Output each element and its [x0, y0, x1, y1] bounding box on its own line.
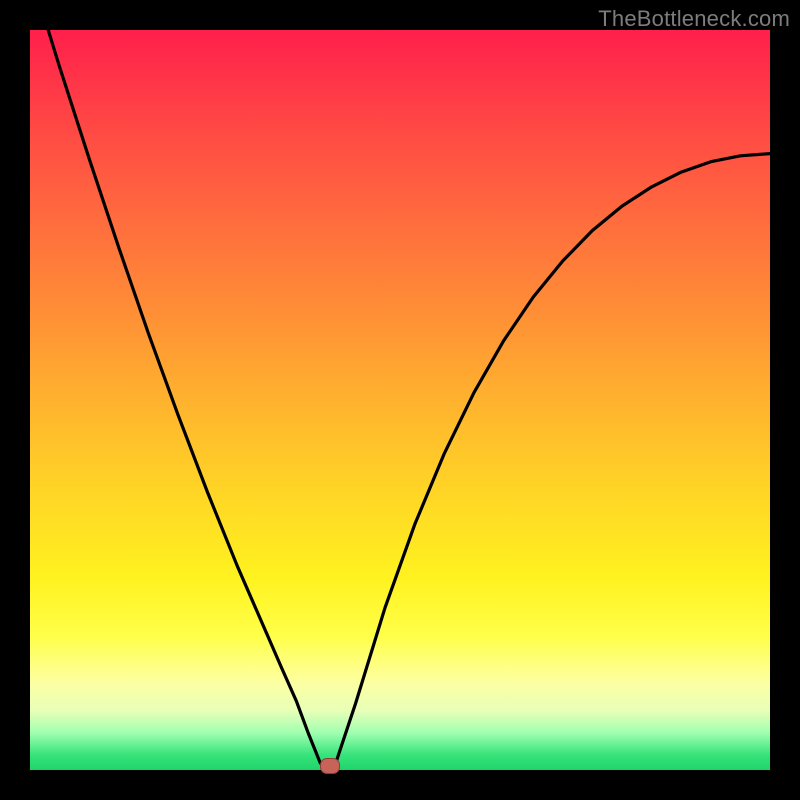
optimal-point-marker	[320, 758, 340, 774]
chart-frame: TheBottleneck.com	[0, 0, 800, 800]
bottleneck-curve	[30, 30, 770, 770]
watermark-text: TheBottleneck.com	[598, 6, 790, 32]
curve-path	[30, 30, 770, 770]
